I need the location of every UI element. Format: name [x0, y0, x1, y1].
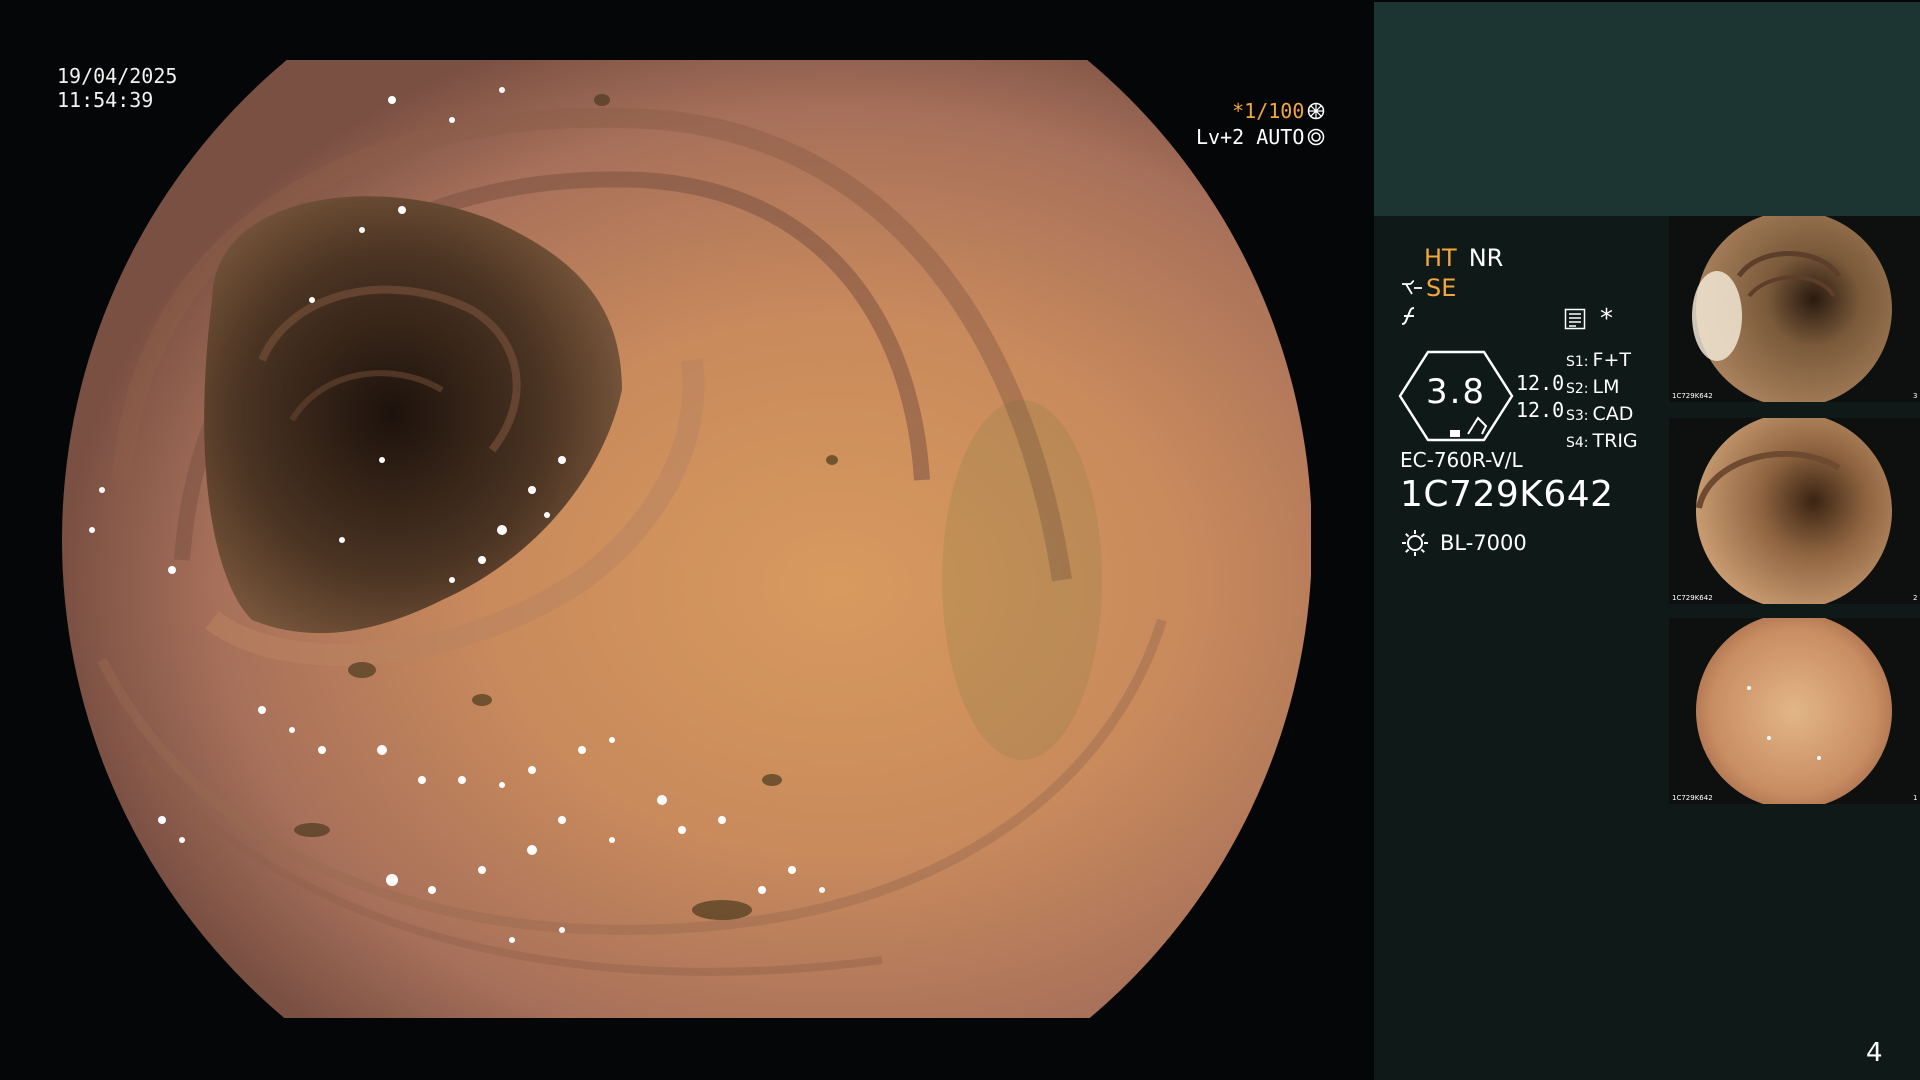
ratio-2: 12.0 [1516, 398, 1565, 422]
shutter-speed: *1/100 [1232, 99, 1305, 123]
thumbnail-label: 1C729K642 [1672, 594, 1713, 602]
nr-flag: NR [1468, 244, 1504, 272]
thumbnail-index: 2 [1913, 594, 1917, 602]
switch-row: S4: TRIG [1566, 429, 1638, 456]
capture-time: 11:54:39 [57, 88, 154, 112]
thumbnail-label: 1C729K642 [1672, 392, 1713, 400]
exposure-level: Lv+2 AUTO [1196, 125, 1305, 149]
switch-row: S1: F+T [1566, 348, 1638, 375]
freeze-star: * [1600, 304, 1613, 334]
captured-thumbnail[interactable]: 1C729K642 2 [1669, 418, 1920, 604]
zoom-ratios: 12.0 12.0 [1516, 370, 1564, 424]
switch-key: S2: [1566, 381, 1589, 397]
ht-flag: HT [1424, 244, 1457, 272]
record-icon [1564, 308, 1586, 330]
auto-iris-icon [1308, 128, 1325, 146]
switch-row: S3: CAD [1566, 402, 1638, 429]
scope-serial: 1C729K642 [1400, 474, 1614, 515]
exposure-overlay: *1/100 Lv+2 AUTO [1196, 98, 1325, 150]
captured-thumbnail[interactable]: 1C729K642 3 [1669, 216, 1920, 402]
switch-value: LM [1592, 376, 1620, 398]
switch-value: CAD [1592, 403, 1634, 425]
captured-thumbnail[interactable]: 1C729K642 1 [1669, 618, 1920, 804]
switch-value: TRIG [1592, 430, 1638, 452]
image-mode-flags: HT NR [1424, 244, 1503, 272]
shutter-wheel-icon [1308, 102, 1325, 120]
edge-enhancement-icon [1400, 304, 1420, 332]
se-flag: SE [1426, 274, 1457, 302]
capture-date: 19/04/2025 [57, 64, 178, 88]
ratio-1: 12.0 [1516, 371, 1565, 395]
light-source-name: BL-7000 [1440, 531, 1527, 555]
thumbnail-index: 3 [1913, 392, 1917, 400]
capture-datetime: 19/04/2025 11:54:39 [57, 64, 177, 112]
structure-enhancement: SE [1400, 274, 1456, 302]
scope-switch-assignments: S1: F+T S2: LM S3: CAD S4: TRIG [1566, 348, 1638, 456]
thumbnail-label: 1C729K642 [1672, 794, 1713, 802]
structure-enhancement-icon [1402, 280, 1422, 295]
brightness-value: 3.8 [1425, 372, 1487, 412]
switch-key: S1: [1566, 354, 1589, 370]
patient-info-panel [1374, 2, 1920, 216]
switch-key: S3: [1566, 408, 1589, 424]
switch-value: F+T [1592, 349, 1631, 371]
thumbnail-index: 1 [1913, 794, 1917, 802]
endoscope-main-view [62, 60, 1311, 1018]
page-number: 4 [1866, 1038, 1883, 1068]
switch-row: S2: LM [1566, 375, 1638, 402]
light-source-icon [1402, 530, 1428, 556]
light-source: BL-7000 [1400, 528, 1527, 558]
scope-model: EC-760R-V/L [1400, 448, 1523, 472]
switch-key: S4: [1566, 435, 1589, 451]
